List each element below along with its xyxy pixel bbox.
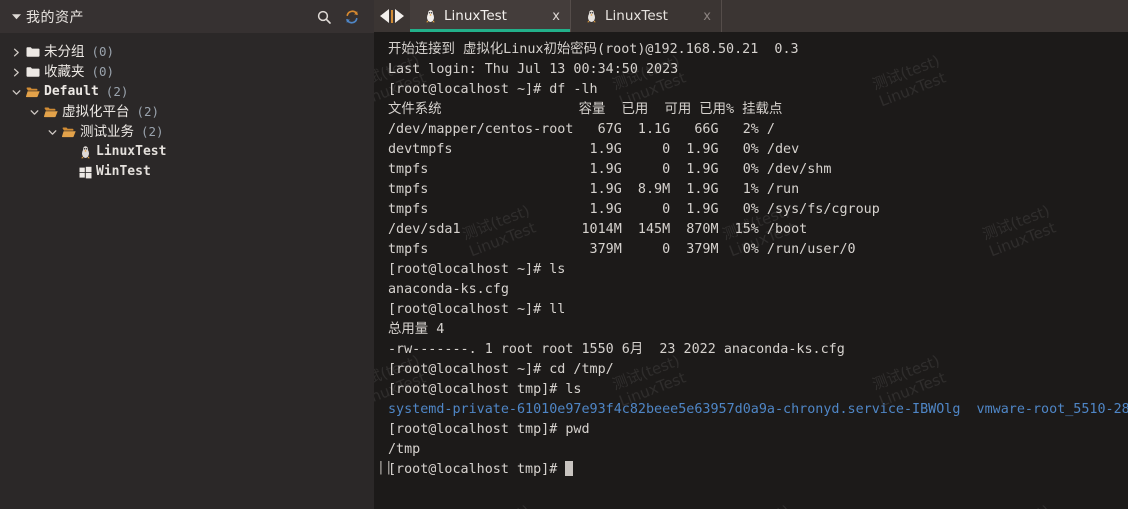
tree-item-count: (0) [91,64,115,79]
tree-item-linuxtest[interactable]: LinuxTest [0,142,374,162]
tree-item-count: (2) [141,124,164,139]
terminal-line: [root@localhost ~]# df -lh [388,82,598,97]
sidebar: 我的资产 未分组 (0) 收藏夹 (0) Default (2) 虚拟化平台 (… [0,0,374,509]
close-icon[interactable]: x [546,9,560,24]
terminal-line: tmpfs 1.9G 0 1.9G 0% /dev/shm [388,162,832,177]
tree-item-label: Default [44,84,99,99]
arrow-left-icon[interactable] [380,9,389,23]
terminal-pane: LinuxTest x LinuxTest x 测试(test) LinuxTe… [374,0,1128,509]
caret-down-icon[interactable] [6,11,26,22]
terminal-line: [root@localhost tmp]# ls [388,382,582,397]
terminal-line: [root@localhost tmp]# [388,460,1128,480]
tab-linuxtest-1[interactable]: LinuxTest x [410,0,570,32]
folder-open-icon [60,126,78,138]
terminal-line: [root@localhost ~]# ls [388,262,566,277]
tree-item-favorites[interactable]: 收藏夹 (0) [0,62,374,82]
folder-open-icon [24,86,42,98]
tree-item-label: 虚拟化平台 [62,104,130,120]
folder-closed-icon [24,46,42,58]
terminal-line: /dev/mapper/centos-root 67G 1.1G 66G 2% … [388,122,775,137]
terminal-line: tmpfs 379M 0 379M 0% /run/user/0 [388,242,856,257]
tree-item-count: (2) [136,104,160,119]
tab-bar-empty-area [722,0,1128,32]
terminal-line: tmpfs 1.9G 8.9M 1.9G 1% /run [388,182,800,197]
app-window: 我的资产 未分组 (0) 收藏夹 (0) Default (2) 虚拟化平台 (… [0,0,1128,509]
terminal-line: /dev/sda1 1014M 145M 870M 15% /boot [388,222,808,237]
chevron-down-icon[interactable] [26,108,42,117]
terminal-cursor [565,461,574,476]
watermark: 测试(test)LinuxTest [720,502,799,509]
tree-item-count: (0) [91,44,115,59]
chevron-down-icon[interactable] [44,128,60,137]
tree-item-label: 测试业务 [80,124,134,140]
terminal-line: Last login: Thu Jul 13 00:34:50 2023 [388,62,679,77]
terminal-edge-marker: || [377,460,393,475]
chevron-right-icon[interactable] [8,48,24,57]
tree-item-wintest[interactable]: WinTest [0,162,374,182]
terminal-line: 总用量 4 [388,322,445,337]
terminal-line: 开始连接到 虚拟化Linux初始密码(root)@192.168.50.21 0… [388,42,799,57]
chevron-right-icon[interactable] [8,68,24,77]
tree-item-default[interactable]: Default (2) [0,82,374,102]
terminal-line: systemd-private-61010e97e93f4c82beee5e63… [388,402,1128,417]
tab-label: LinuxTest [605,8,668,24]
tree-item-label: LinuxTest [96,144,167,159]
asset-tree: 未分组 (0) 收藏夹 (0) Default (2) 虚拟化平台 (2) 测试… [0,33,374,182]
terminal-line: anaconda-ks.cfg [388,282,509,297]
sidebar-header: 我的资产 [0,0,374,33]
terminal-line: [root@localhost tmp]# pwd [388,422,590,437]
tree-item-virtualization-platform[interactable]: 虚拟化平台 (2) [0,102,374,122]
terminal-output[interactable]: 测试(test) LinuxTest 测试(test) LinuxTest 测试(tes… [374,33,1128,509]
tree-item-label: 未分组 [44,44,85,60]
tab-navigation-arrows[interactable] [374,0,410,32]
terminal-line: devtmpfs 1.9G 0 1.9G 0% /dev [388,142,800,157]
chevron-down-icon[interactable] [8,88,24,97]
watermark: 测试(test)LinuxTest [980,502,1059,509]
linux-penguin-icon [76,145,94,159]
refresh-icon[interactable] [344,9,360,25]
tab-bar: LinuxTest x LinuxTest x [374,0,1128,33]
active-tab-indicator [410,29,570,32]
tree-item-label: WinTest [96,164,151,179]
tree-item-ungrouped[interactable]: 未分组 (0) [0,42,374,62]
linux-penguin-icon [424,9,437,23]
windows-icon [76,166,94,179]
terminal-line: /tmp [388,442,421,457]
arrow-right-icon[interactable] [395,9,404,23]
watermark: 测试(test)LinuxTest [460,502,539,509]
tree-item-count: (2) [105,84,129,99]
terminal-line: -rw-------. 1 root root 1550 6月 23 2022 … [388,342,845,357]
terminal-lines: 开始连接到 虚拟化Linux初始密码(root)@192.168.50.21 0… [374,40,1128,480]
terminal-line: 文件系统 容量 已用 可用 已用% 挂载点 [388,102,783,117]
terminal-line: [root@localhost ~]# cd /tmp/ [388,362,614,377]
tab-label: LinuxTest [444,8,507,24]
terminal-line: [root@localhost ~]# ll [388,302,566,317]
folder-closed-icon [24,66,42,78]
sidebar-actions [316,9,364,25]
terminal-line: tmpfs 1.9G 0 1.9G 0% /sys/fs/cgroup [388,202,880,217]
linux-penguin-icon [585,9,598,23]
tab-nav-divider [391,9,393,23]
tree-item-label: 收藏夹 [44,64,85,80]
folder-open-icon [42,106,60,118]
tab-linuxtest-2[interactable]: LinuxTest x [570,0,722,32]
close-icon[interactable]: x [697,9,711,24]
sidebar-title: 我的资产 [26,9,84,26]
tree-item-test-business[interactable]: 测试业务 (2) [0,122,374,142]
search-icon[interactable] [316,9,332,25]
